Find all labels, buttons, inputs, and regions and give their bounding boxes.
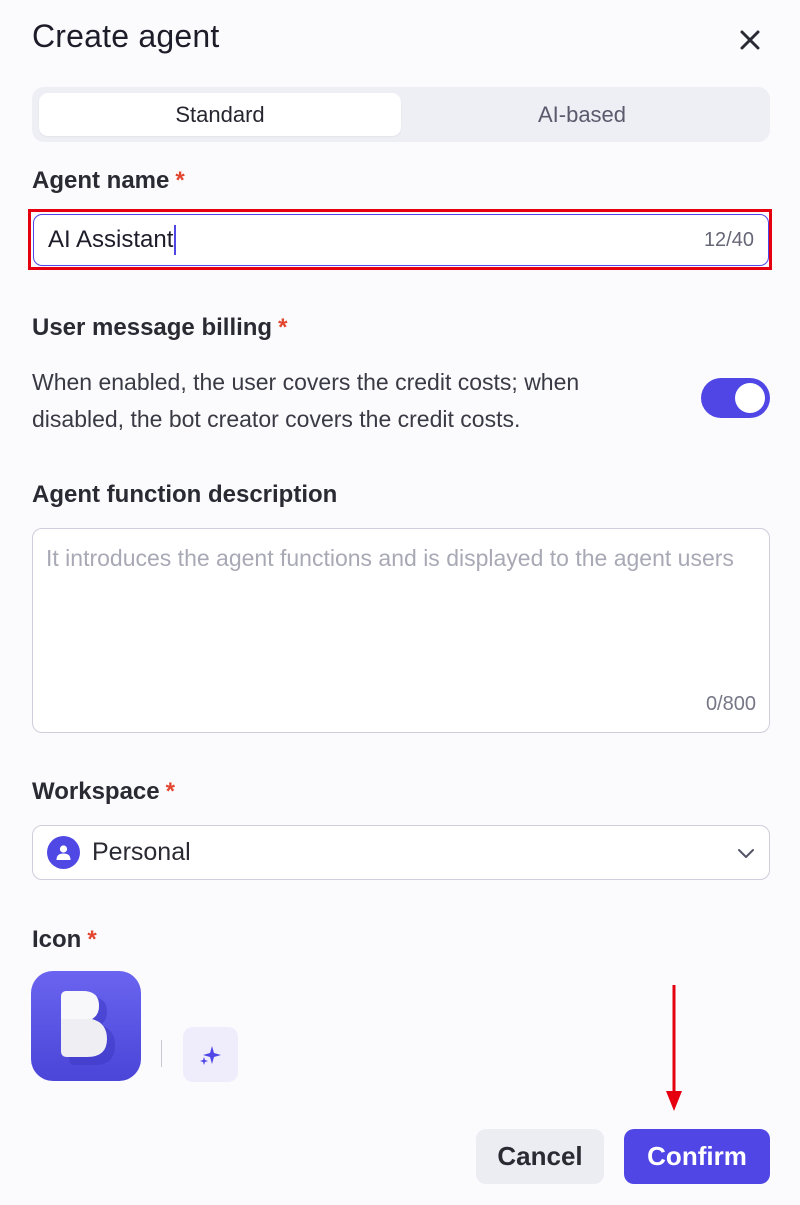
workspace-value: Personal (92, 838, 191, 866)
arrow-annotation (666, 985, 682, 1111)
text-caret (174, 225, 177, 255)
workspace-select[interactable]: Personal (32, 825, 770, 880)
function-description-input[interactable]: It introduces the agent functions and is… (32, 528, 770, 733)
function-description-placeholder: It introduces the agent functions and is… (46, 545, 734, 571)
create-agent-dialog: Create agent Standard AI-based Agent nam… (0, 0, 800, 1205)
agent-name-label: Agent name * (32, 167, 185, 195)
agent-name-label-text: Agent name (32, 167, 170, 194)
function-description-label-text: Agent function description (32, 481, 338, 508)
divider (161, 1040, 162, 1067)
function-description-counter: 0/800 (705, 693, 756, 715)
workspace-label: Workspace * (32, 778, 175, 806)
icon-label-text: Icon (32, 926, 82, 953)
sparkle-icon (199, 1045, 221, 1065)
required-mark: * (165, 778, 175, 805)
agent-type-tabs: Standard AI-based (32, 87, 770, 142)
workspace-label-text: Workspace (32, 778, 160, 805)
required-mark: * (175, 167, 185, 194)
tab-ai-based[interactable]: AI-based (401, 93, 763, 136)
confirm-button[interactable]: Confirm (624, 1129, 770, 1184)
required-mark: * (278, 314, 288, 341)
generate-icon-button[interactable] (183, 1027, 238, 1082)
icon-label: Icon * (32, 926, 97, 954)
billing-label-text: User message billing (32, 314, 273, 341)
agent-avatar-icon[interactable] (31, 971, 141, 1081)
close-icon (740, 30, 760, 50)
user-icon (47, 836, 80, 869)
agent-name-counter: 12/40 (703, 228, 754, 251)
billing-description: When enabled, the user covers the credit… (32, 369, 580, 432)
required-mark: * (87, 926, 97, 953)
billing-toggle[interactable] (701, 378, 770, 418)
toggle-knob (735, 383, 765, 413)
agent-name-value: AI Assistant (48, 226, 174, 253)
function-description-label: Agent function description (32, 481, 337, 509)
tab-standard[interactable]: Standard (39, 93, 401, 136)
cancel-button[interactable]: Cancel (476, 1129, 604, 1184)
agent-name-input[interactable]: AI Assistant 12/40 (33, 214, 769, 266)
billing-label: User message billing * (32, 314, 287, 342)
close-button[interactable] (732, 22, 768, 58)
dialog-title: Create agent (32, 18, 220, 54)
chevron-down-icon (738, 848, 754, 858)
